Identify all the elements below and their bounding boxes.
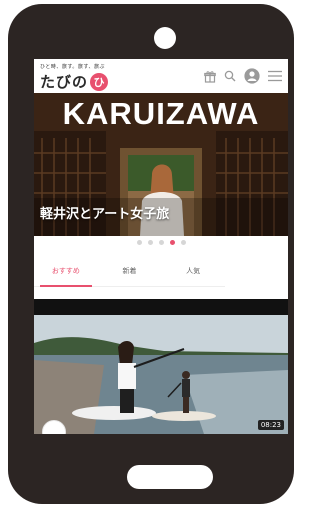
brand-mark: ひ bbox=[90, 72, 109, 91]
menu-icon[interactable] bbox=[268, 70, 282, 82]
content-tabs: おすすめ 新着 人気 bbox=[34, 258, 225, 287]
hero-title: KARUIZAWA bbox=[62, 96, 260, 131]
user-icon[interactable] bbox=[244, 68, 260, 84]
logo-tagline: ひと時、旅す。旅す、旅ぶ bbox=[40, 64, 105, 70]
tab-new[interactable]: 新着 bbox=[98, 258, 162, 286]
header-icons bbox=[204, 68, 282, 84]
carousel-dot[interactable] bbox=[180, 239, 186, 245]
tab-recommended[interactable]: おすすめ bbox=[34, 258, 98, 287]
brand-name: たびの bbox=[40, 73, 89, 91]
carousel-dots bbox=[34, 235, 288, 249]
app-screen: ひと時、旅す。旅す、旅ぶ たびの ひ KARUIZAWA 軽井沢とアート女子旅 … bbox=[34, 59, 288, 434]
hero-caption: 軽井沢とアート女子旅 bbox=[40, 207, 170, 222]
video-photo bbox=[34, 315, 288, 434]
carousel-dot[interactable] bbox=[136, 239, 142, 245]
gift-icon[interactable] bbox=[204, 70, 216, 83]
search-icon[interactable] bbox=[224, 70, 236, 82]
tab-popular[interactable]: 人気 bbox=[161, 258, 225, 286]
carousel-dot[interactable] bbox=[147, 239, 153, 245]
camera-icon bbox=[154, 27, 176, 49]
carousel-dot[interactable] bbox=[158, 239, 164, 245]
logo[interactable]: ひと時、旅す。旅す、旅ぶ たびの ひ bbox=[40, 63, 109, 92]
video-thumbnail[interactable]: 08:23 bbox=[34, 315, 288, 434]
carousel-dot-active[interactable] bbox=[169, 239, 175, 245]
video-header-bar bbox=[34, 299, 288, 315]
app-header: ひと時、旅す。旅す、旅ぶ たびの ひ bbox=[34, 59, 288, 93]
home-button[interactable] bbox=[127, 465, 213, 489]
video-duration-badge: 08:23 bbox=[257, 420, 284, 430]
hero-banner[interactable]: KARUIZAWA 軽井沢とアート女子旅 bbox=[34, 93, 288, 236]
brand: たびの ひ bbox=[40, 71, 109, 92]
